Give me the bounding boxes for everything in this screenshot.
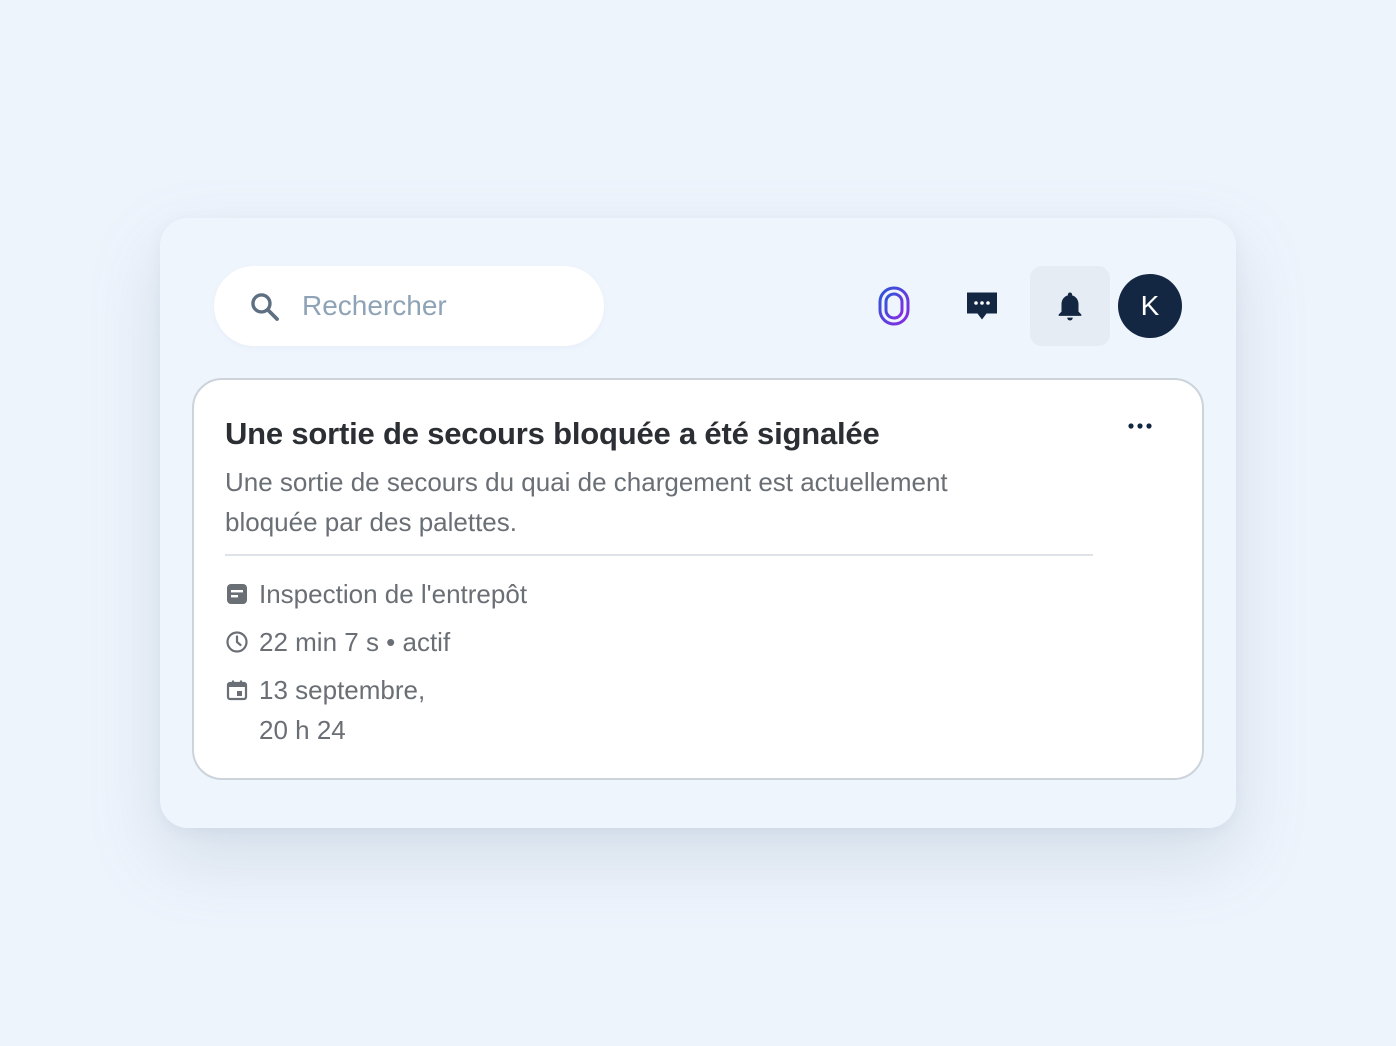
notification-description: Une sortie de secours du quai de chargem… [225, 467, 948, 537]
more-horizontal-icon [1128, 423, 1152, 429]
date-label: 13 septembre, 20 h 24 [259, 675, 426, 745]
notification-panel: K Une sortie de secours bloquée a été si… [160, 218, 1236, 828]
user-avatar[interactable]: K [1118, 274, 1182, 338]
meta-duration: 22 min 7 s • actif [225, 622, 450, 662]
clock-icon [225, 622, 249, 662]
more-options-button[interactable] [1122, 414, 1158, 438]
notification-bell-icon [1058, 292, 1082, 321]
search-bar[interactable] [214, 266, 604, 346]
messages-button[interactable] [942, 266, 1022, 346]
meta-source: Inspection de l'entrepôt [225, 574, 527, 614]
notification-card[interactable]: Une sortie de secours bloquée a été sign… [192, 378, 1204, 780]
meta-date: 13 septembre, 20 h 24 [225, 670, 425, 750]
notification-title: Une sortie de secours bloquée a été sign… [225, 416, 880, 451]
notifications-button[interactable] [1030, 266, 1110, 346]
search-input[interactable] [302, 266, 582, 346]
chat-bubble-icon [967, 292, 997, 320]
avatar-initial: K [1140, 290, 1160, 321]
duration-label: 22 min 7 s • actif [259, 627, 451, 657]
source-label: Inspection de l'entrepôt [259, 579, 528, 609]
search-icon [251, 293, 279, 321]
card-divider [225, 554, 1093, 556]
note-icon [225, 574, 249, 614]
brand-button[interactable] [854, 266, 934, 346]
fingerprint-logo-icon [878, 286, 910, 326]
calendar-icon [225, 670, 249, 710]
